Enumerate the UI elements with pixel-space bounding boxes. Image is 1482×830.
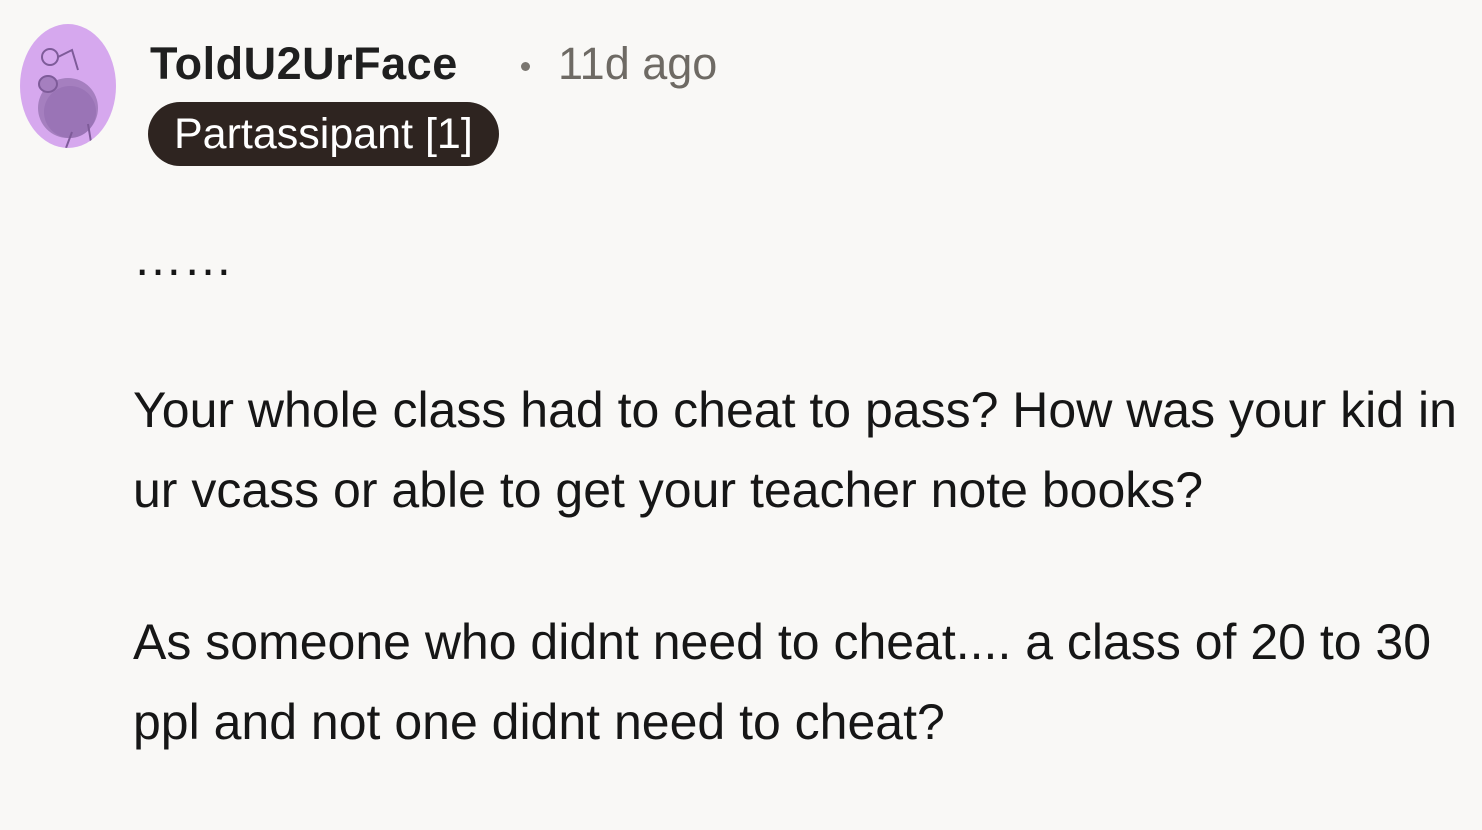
comment-paragraph: …… [133,230,233,286]
user-flair-badge: Partassipant [1] [148,102,499,166]
user-avatar[interactable] [20,24,116,148]
snoo-avatar-icon [38,48,98,148]
comment-paragraph: As someone who didnt need to cheat.... a… [133,614,1432,750]
comment-body: …… Your whole class had to cheat to pass… [133,218,1473,762]
author-username[interactable]: ToldU2UrFace [150,38,458,90]
comment-paragraph: Your whole class had to cheat to pass? H… [133,382,1457,518]
separator-dot [521,62,530,71]
comment-timestamp[interactable]: 11d ago [558,38,717,90]
